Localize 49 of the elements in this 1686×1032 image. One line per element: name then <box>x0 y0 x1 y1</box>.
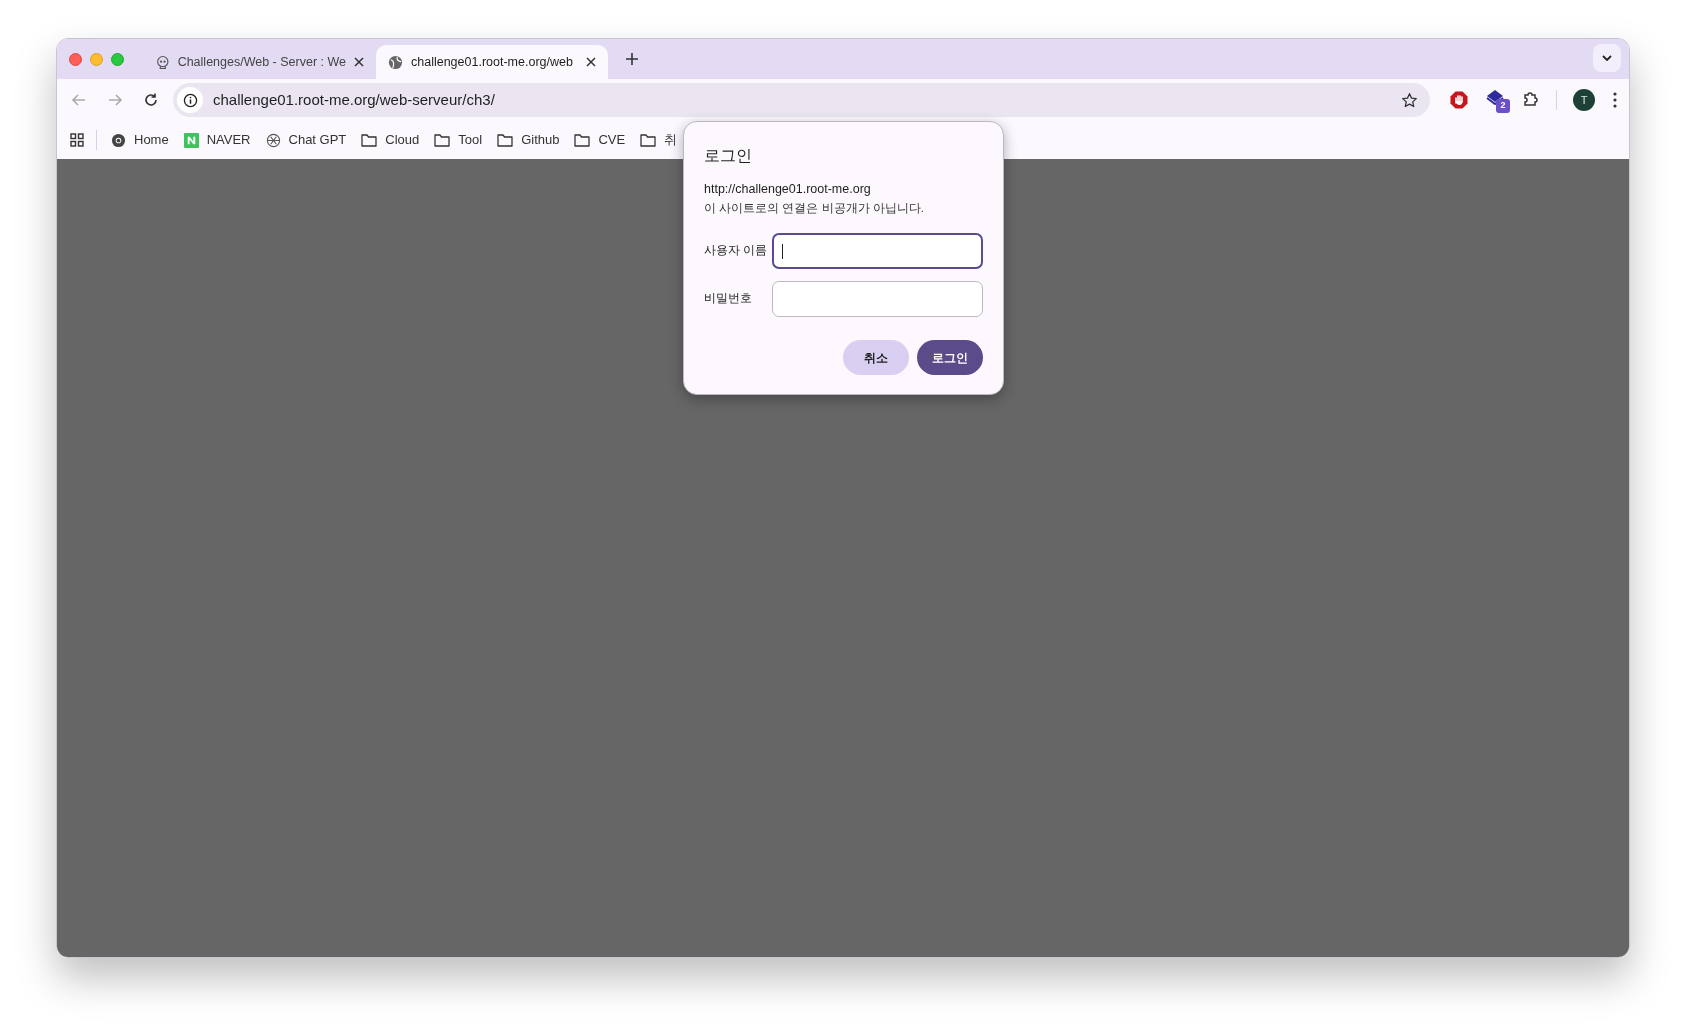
extension-badge: 2 <box>1496 99 1510 113</box>
bookmark[interactable]: Chat GPT <box>265 130 347 150</box>
input-field[interactable] <box>772 281 983 317</box>
browser-tab[interactable]: challenge01.root-me.org/web <box>376 45 608 79</box>
folder-icon <box>574 133 591 147</box>
close-window-button[interactable] <box>69 52 82 66</box>
bookmark[interactable]: Github <box>497 130 560 150</box>
cancel-button[interactable]: 취소 <box>843 340 909 375</box>
site-address: http://challenge01.root-me.org <box>704 181 872 198</box>
dialog-title: 로그인 <box>704 146 753 166</box>
bookmark[interactable]: Home <box>111 130 169 150</box>
input-field[interactable] <box>772 233 983 269</box>
url-text: challenge01.root-me.org/web-serveur/ch3/ <box>213 89 496 110</box>
profile-avatar[interactable]: T <box>1573 89 1595 111</box>
info-icon[interactable] <box>182 92 198 108</box>
chevron-down-icon <box>1602 55 1612 61</box>
knot-icon <box>265 132 281 148</box>
field-label: 비밀번호 <box>704 291 753 307</box>
star-icon[interactable] <box>1401 91 1418 109</box>
globe-icon <box>388 54 403 70</box>
login-button[interactable]: 로그인 <box>917 340 983 375</box>
close-icon[interactable] <box>586 57 596 67</box>
folder-icon <box>434 133 451 147</box>
reload-icon[interactable] <box>143 92 159 108</box>
field-label: 사용자 이름 <box>704 243 769 259</box>
bookmark[interactable]: Cloud <box>361 130 420 150</box>
bookmark[interactable]: Tool <box>434 130 483 150</box>
stop-hand-icon[interactable] <box>1450 91 1468 109</box>
apps-grid-icon[interactable] <box>70 133 84 147</box>
folder-icon <box>361 133 378 147</box>
connection-warning: 이 사이트로의 연결은 비공개가 아닙니다. <box>704 201 925 216</box>
folder-icon <box>497 133 514 147</box>
browser-tab[interactable]: Challenges/Web - Server : We <box>144 45 376 79</box>
puzzle-icon[interactable] <box>1522 91 1540 109</box>
text-cursor <box>782 243 783 259</box>
bookmark[interactable]: 취 <box>640 130 678 150</box>
close-icon[interactable] <box>354 57 364 67</box>
folder-icon <box>640 133 657 147</box>
tab-title: Challenges/Web - Server : We <box>177 53 346 71</box>
skull-icon <box>156 54 170 70</box>
bookmark[interactable]: NAVER <box>183 130 251 150</box>
tab-search-button[interactable] <box>1593 44 1621 72</box>
address-bar[interactable]: challenge01.root-me.org/web-serveur/ch3/ <box>173 83 1430 117</box>
bookmark[interactable]: CVE <box>574 130 626 150</box>
plus-icon <box>625 52 639 66</box>
letter-n-logo-icon <box>183 132 199 148</box>
tab-title: challenge01.root-me.org/web <box>411 53 574 71</box>
menu-icon[interactable] <box>1613 92 1617 108</box>
chrome-logo-icon <box>111 132 126 148</box>
